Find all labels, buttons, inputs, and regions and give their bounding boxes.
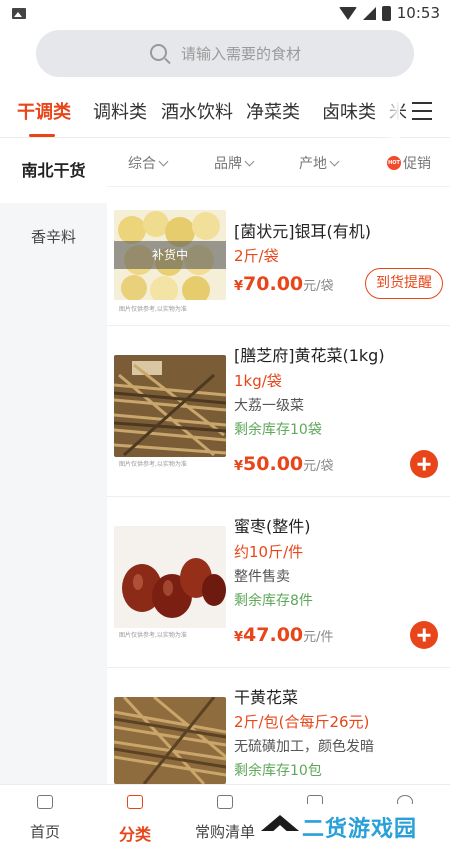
product-image [114, 697, 226, 784]
chevron-down-icon [158, 156, 169, 167]
hot-fire-icon: HOT [387, 156, 401, 170]
product-price: ¥70.00元/袋 [234, 273, 334, 295]
image-caption: 图片仅供参考,以实物为准 [119, 632, 187, 639]
checklist-icon [217, 795, 233, 809]
day-lily-image [114, 355, 226, 457]
price-value: 70.00 [243, 273, 304, 295]
product-spec: 2斤/袋 [234, 247, 279, 265]
price-currency: ¥ [234, 630, 244, 645]
add-to-cart-button[interactable] [410, 621, 438, 649]
filter-sort-label: 综合 [128, 156, 156, 172]
product-title: [膳芝府]黄花菜(1kg) [234, 346, 385, 365]
product-card[interactable]: 补货中 图片仅供参考,以实物为准 [菌状元]银耳(有机) 2斤/袋 ¥70.00… [107, 188, 450, 326]
menu-icon[interactable] [412, 102, 432, 120]
filter-brand[interactable]: 品牌 [214, 153, 255, 173]
image-caption: 图片仅供参考,以实物为准 [119, 306, 187, 313]
side-item-spices[interactable]: 香辛料 [0, 226, 107, 247]
side-nav: 南北干货 香辛料 [0, 139, 107, 784]
search-bar[interactable]: 请输入需要的食材 [36, 30, 414, 77]
search-placeholder: 请输入需要的食材 [181, 45, 302, 63]
nav-category[interactable]: 分类 [90, 785, 180, 850]
price-value: 50.00 [243, 453, 304, 475]
product-spec: 1kg/袋 [234, 372, 282, 390]
filter-sort[interactable]: 综合 [128, 153, 169, 173]
product-spec: 2斤/包(合每斤26元) [234, 713, 370, 731]
product-stock: 剩余库存10袋 [234, 422, 322, 438]
nav-home-label: 首页 [29, 823, 60, 841]
price-currency: ¥ [234, 459, 244, 474]
price-unit: 元/袋 [303, 459, 334, 474]
price-unit: 元/袋 [303, 279, 334, 294]
app-screen: 10:53 请输入需要的食材 干调类 调料类 酒水饮料 净菜类 卤味类 米 南北… [0, 0, 450, 850]
nav-category-label: 分类 [118, 825, 151, 844]
tabs-fade [380, 88, 400, 138]
price-value: 47.00 [243, 624, 304, 646]
nav-home[interactable]: 首页 [0, 785, 90, 850]
product-price: ¥50.00元/袋 [234, 453, 334, 475]
status-right: 10:53 [338, 4, 440, 22]
product-card[interactable]: 图片仅供参考,以实物为准 [膳芝府]黄花菜(1kg) 1kg/袋 大荔一级菜 剩… [107, 327, 450, 497]
price-unit: 元/件 [303, 630, 334, 645]
product-image [114, 526, 226, 628]
product-spec: 约10斤/件 [234, 543, 304, 561]
product-card[interactable]: 图片仅供参考,以实物为准 蜜枣(整件) 约10斤/件 整件售卖 剩余库存8件 ¥… [107, 498, 450, 668]
product-price: ¥47.00元/件 [234, 624, 334, 646]
product-stock: 剩余库存10包 [234, 763, 322, 779]
product-title: 蜜枣(整件) [234, 517, 311, 536]
tab-clean-veg[interactable]: 净菜类 [246, 98, 300, 124]
watermark-text: 二货游戏园 [302, 817, 418, 842]
filter-promo-label: 促销 [403, 156, 431, 172]
nav-frequent-list[interactable]: 常购清单 [180, 785, 270, 850]
product-desc: 大荔一级菜 [234, 398, 304, 414]
image-caption: 图片仅供参考,以实物为准 [119, 461, 187, 468]
product-image [114, 355, 226, 457]
watermark-logo-icon [258, 807, 302, 847]
filter-promo[interactable]: HOT 促销 [387, 153, 431, 173]
site-watermark: 二货游戏园 [258, 804, 450, 850]
nav-frequent-label: 常购清单 [194, 823, 255, 841]
restock-overlay: 补货中 [114, 241, 226, 269]
tab-dry-seasoning[interactable]: 干调类 [17, 98, 71, 124]
search-icon [150, 44, 167, 61]
chevron-down-icon [244, 156, 255, 167]
active-tab-indicator [29, 134, 55, 137]
image-notification-icon [12, 7, 26, 19]
restock-notify-button[interactable]: 到货提醒 [365, 268, 443, 299]
category-tabs: 干调类 调料类 酒水饮料 净菜类 卤味类 米 [0, 88, 450, 138]
product-title: [菌状元]银耳(有机) [234, 222, 371, 241]
chevron-down-icon [329, 156, 340, 167]
filter-row: 综合 品牌 产地 HOT 促销 [107, 139, 450, 187]
signal-icon [362, 6, 376, 20]
filter-origin[interactable]: 产地 [299, 153, 340, 173]
product-desc: 整件售卖 [234, 569, 290, 585]
side-item-dry-goods[interactable]: 南北干货 [0, 139, 107, 203]
wifi-icon [338, 6, 357, 20]
price-currency: ¥ [234, 279, 244, 294]
product-image: 补货中 [114, 210, 226, 300]
product-card[interactable]: 干黄花菜 2斤/包(合每斤26元) 无硫磺加工，颜色发暗 剩余库存10包 [107, 669, 450, 784]
tab-drinks[interactable]: 酒水饮料 [161, 98, 233, 124]
tab-seasoning[interactable]: 调料类 [93, 98, 147, 124]
tab-braised[interactable]: 卤味类 [322, 98, 376, 124]
dried-lily-image [114, 697, 226, 784]
category-icon [127, 795, 143, 809]
add-to-cart-button[interactable] [410, 450, 438, 478]
product-stock: 剩余库存8件 [234, 593, 313, 609]
home-icon [37, 795, 53, 809]
filter-origin-label: 产地 [299, 156, 327, 172]
candied-dates-image [114, 526, 226, 628]
status-bar: 10:53 [0, 0, 450, 26]
status-time: 10:53 [396, 4, 440, 22]
product-desc: 无硫磺加工，颜色发暗 [234, 739, 374, 755]
filter-brand-label: 品牌 [214, 156, 242, 172]
battery-icon [381, 5, 391, 21]
product-title: 干黄花菜 [234, 688, 299, 707]
